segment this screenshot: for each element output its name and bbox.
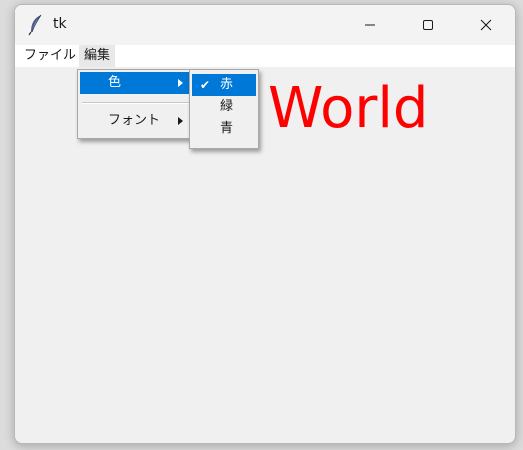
menu-item-blue[interactable]: 青 [192, 118, 256, 140]
menu-item-green[interactable]: 緑 [192, 96, 256, 118]
close-button[interactable] [457, 5, 515, 45]
menu-item-blue-label: 青 [220, 121, 234, 136]
menu-edit[interactable]: 編集 [79, 45, 116, 67]
hello-world-text: World [268, 76, 429, 141]
window-title: tk [53, 16, 67, 32]
submenu-arrow-icon [178, 79, 183, 87]
color-submenu: ✔ 赤 緑 青 [189, 69, 259, 149]
minimize-icon [364, 19, 376, 31]
menu-separator [82, 102, 190, 104]
check-icon: ✔ [200, 78, 211, 92]
menu-item-color[interactable]: 色 [80, 72, 194, 94]
edit-menu-dropdown: 色 フォント [77, 69, 197, 139]
minimize-button[interactable] [341, 5, 399, 45]
menu-item-font-label: フォント [108, 113, 161, 128]
menu-file[interactable]: ファイル [19, 45, 81, 67]
submenu-arrow-icon [178, 117, 183, 125]
menu-item-green-label: 緑 [220, 99, 234, 114]
feather-icon [27, 14, 45, 36]
maximize-icon [422, 19, 434, 31]
menu-item-color-label: 色 [108, 75, 122, 90]
menu-item-red[interactable]: ✔ 赤 [192, 74, 256, 96]
menu-item-font[interactable]: フォント [80, 110, 194, 132]
maximize-button[interactable] [399, 5, 457, 45]
close-icon [480, 19, 492, 31]
title-bar[interactable]: tk [15, 5, 515, 45]
app-window: tk ファイル 編集 World 色 フォント ✔ 赤 緑 青 [14, 4, 516, 444]
menu-item-red-label: 赤 [220, 77, 234, 92]
menu-bar: ファイル 編集 [15, 45, 515, 67]
